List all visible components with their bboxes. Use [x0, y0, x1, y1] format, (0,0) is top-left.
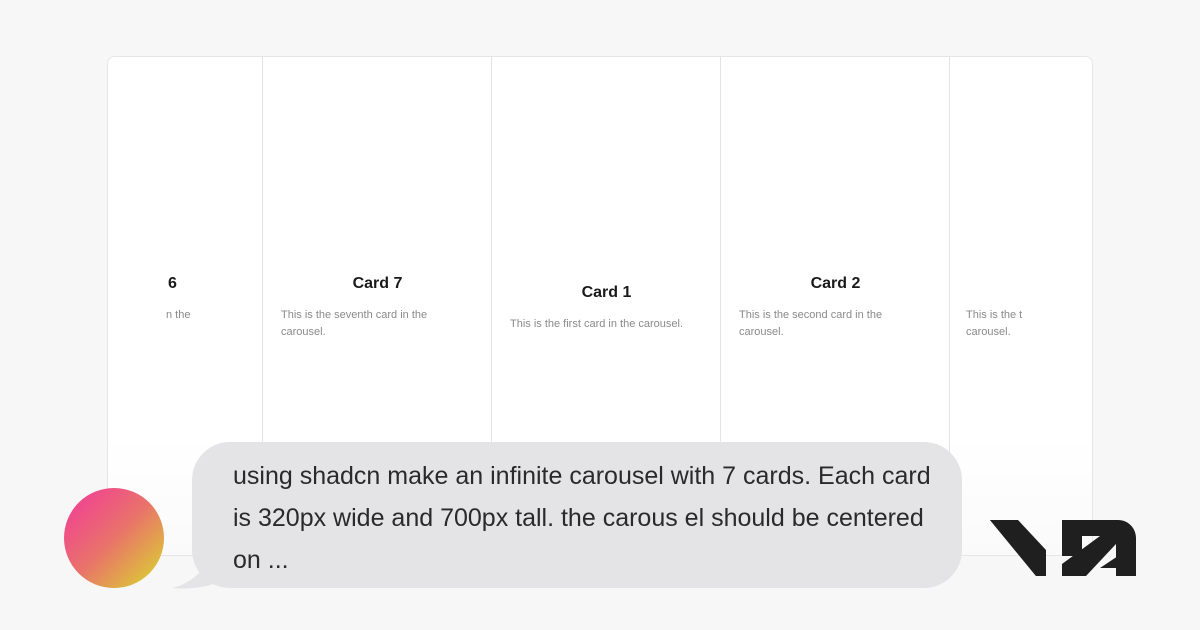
prompt-text: using shadcn make an infinite carousel w…: [233, 462, 931, 574]
card-description: This is the seventh card in the carousel…: [281, 309, 428, 338]
carousel-card-3: This is the t carousel.: [950, 57, 1092, 555]
card-description: This is the second card in the carousel.: [739, 309, 883, 338]
card-title: Card 1: [581, 284, 632, 301]
card-description: This is the t carousel.: [966, 309, 1023, 338]
v0-logo-icon: [990, 520, 1136, 576]
card-title: 6: [168, 275, 177, 292]
card-title: Card 2: [810, 275, 861, 292]
card-title: Card 7: [352, 275, 403, 292]
user-avatar: [64, 488, 164, 588]
card-description: n the: [166, 309, 191, 321]
card-description: This is the first card in the carousel.: [510, 318, 684, 330]
